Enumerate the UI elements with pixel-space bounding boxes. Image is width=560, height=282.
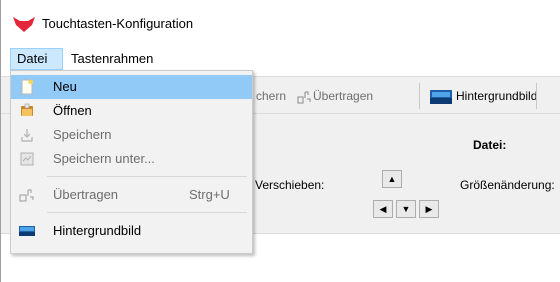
menu-item-oeffnen[interactable]: Öffnen [11, 99, 252, 123]
move-down-button[interactable]: ▼ [396, 200, 416, 218]
fox-head-icon [13, 17, 35, 32]
save-icon [21, 129, 33, 142]
transfer-icon [297, 91, 311, 104]
menu-item-uebertragen[interactable]: Übertragen Strg+U [11, 183, 252, 207]
background-image-icon [430, 89, 452, 104]
new-file-icon [21, 79, 34, 95]
menu-item-label: Neu [53, 79, 77, 94]
menu-item-label: Übertragen [53, 187, 119, 202]
toolbar-separator [536, 83, 537, 109]
move-right-button[interactable]: ▶ [419, 200, 439, 218]
resize-label: Größenänderung: [460, 178, 555, 192]
open-folder-icon [21, 103, 33, 116]
toolbar-background-button[interactable]: Hintergrundbild [430, 85, 537, 107]
menu-item-speichern-unter[interactable]: Speichern unter... [11, 147, 252, 171]
menu-item-label: Speichern [53, 127, 112, 142]
menu-item-label: Speichern unter... [53, 151, 155, 166]
menu-item-shortcut: Strg+U [189, 187, 230, 202]
menu-bar: Datei Tastenrahmen [1, 48, 560, 70]
move-up-button[interactable]: ▲ [382, 170, 402, 188]
menu-datei[interactable]: Datei [10, 48, 63, 70]
menu-separator [47, 212, 247, 213]
menu-item-neu[interactable]: Neu [11, 75, 252, 99]
toolbar-save-button[interactable]: chern [256, 85, 286, 107]
menu-item-label: Hintergrundbild [53, 223, 142, 238]
move-left-button[interactable]: ◀ [373, 200, 393, 218]
toolbar-separator [419, 83, 420, 109]
app-window: Touchtasten-Konfiguration Datei Tastenra… [0, 0, 560, 282]
menu-tastenrahmen[interactable]: Tastenrahmen [65, 48, 159, 70]
menu-separator [47, 176, 247, 177]
window-title: Touchtasten-Konfiguration [42, 16, 194, 31]
save-as-icon [20, 152, 34, 166]
file-label: Datei: [473, 138, 507, 152]
move-label: Verschieben: [255, 178, 325, 192]
menu-item-speichern[interactable]: Speichern [11, 123, 252, 147]
toolbar-transfer-label: Übertragen [313, 89, 374, 103]
menu-item-label: Öffnen [53, 103, 92, 118]
background-image-icon [19, 226, 35, 236]
toolbar-transfer-button[interactable]: Übertragen [297, 85, 373, 107]
menu-item-hintergrundbild[interactable]: Hintergrundbild [11, 219, 252, 243]
datei-dropdown-menu: Neu Öffnen Speichern Speichern unter... [10, 70, 253, 254]
toolbar-background-label: Hintergrundbild [456, 89, 538, 103]
title-bar: Touchtasten-Konfiguration [1, 0, 560, 44]
transfer-icon [19, 189, 34, 202]
